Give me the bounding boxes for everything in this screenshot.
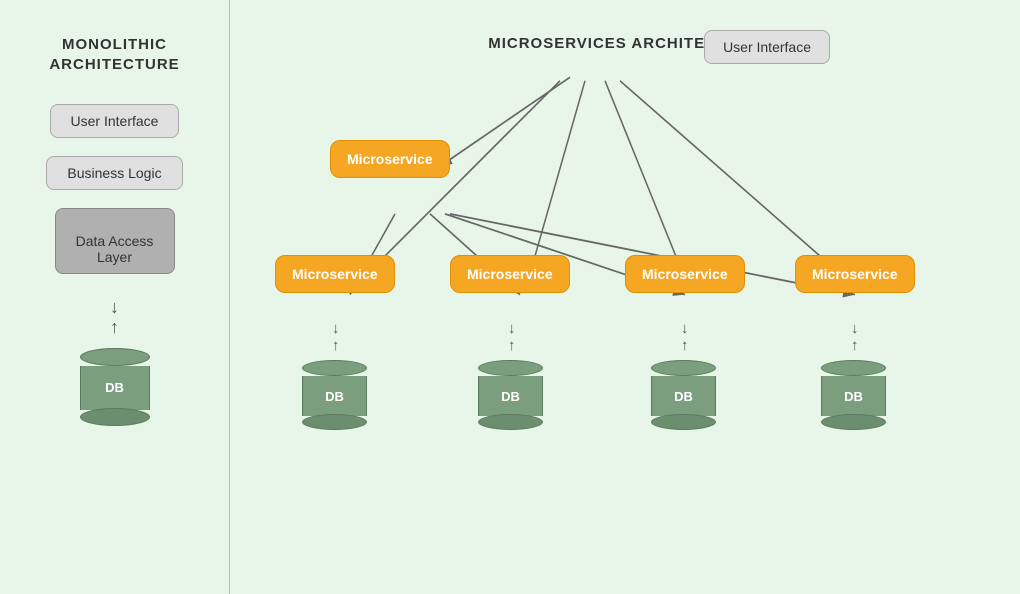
db2-body: DB: [478, 376, 543, 416]
monolithic-user-interface-box: User Interface: [50, 104, 180, 138]
monolithic-data-access-layer-box: Data Access Layer: [55, 208, 175, 274]
arrow-pair-4: ↓↑: [851, 320, 859, 354]
user-interface-box: User Interface: [704, 30, 830, 64]
db4-bottom: [821, 414, 886, 430]
microservice-1: Microservice: [275, 255, 395, 293]
db-2: DB: [478, 360, 543, 430]
db4-body: DB: [821, 376, 886, 416]
monolithic-db: DB: [80, 348, 150, 426]
microservice-top: Microservice: [330, 140, 450, 178]
db-1: DB: [302, 360, 367, 430]
db1-top: [302, 360, 367, 376]
monolithic-arrow: ↓ ↑: [110, 298, 119, 338]
db3-top: [651, 360, 716, 376]
arrow-pair-3: ↓↑: [681, 320, 689, 354]
db2-bottom: [478, 414, 543, 430]
db4-top: [821, 360, 886, 376]
microservice-2: Microservice: [450, 255, 570, 293]
microservice-4: Microservice: [795, 255, 915, 293]
monolithic-business-logic-box: Business Logic: [46, 156, 182, 190]
db-body: DB: [80, 366, 150, 410]
db-top: [80, 348, 150, 366]
arrow-pair-1: ↓↑: [332, 320, 340, 354]
monolithic-title: MONOLITHIC ARCHITECTURE: [49, 35, 179, 74]
db-bottom: [80, 408, 150, 426]
db1-body: DB: [302, 376, 367, 416]
diagram-arrows: [230, 0, 1020, 594]
arrow-pair-2: ↓↑: [508, 320, 516, 354]
left-panel: MONOLITHIC ARCHITECTURE User Interface B…: [0, 0, 230, 594]
main-container: MONOLITHIC ARCHITECTURE User Interface B…: [0, 0, 1020, 594]
microservice-3: Microservice: [625, 255, 745, 293]
db-4: DB: [821, 360, 886, 430]
right-panel: MICROSERVICES ARCHITECTURE: [230, 0, 1020, 594]
db3-body: DB: [651, 376, 716, 416]
db-3: DB: [651, 360, 716, 430]
db1-bottom: [302, 414, 367, 430]
db2-top: [478, 360, 543, 376]
db3-bottom: [651, 414, 716, 430]
